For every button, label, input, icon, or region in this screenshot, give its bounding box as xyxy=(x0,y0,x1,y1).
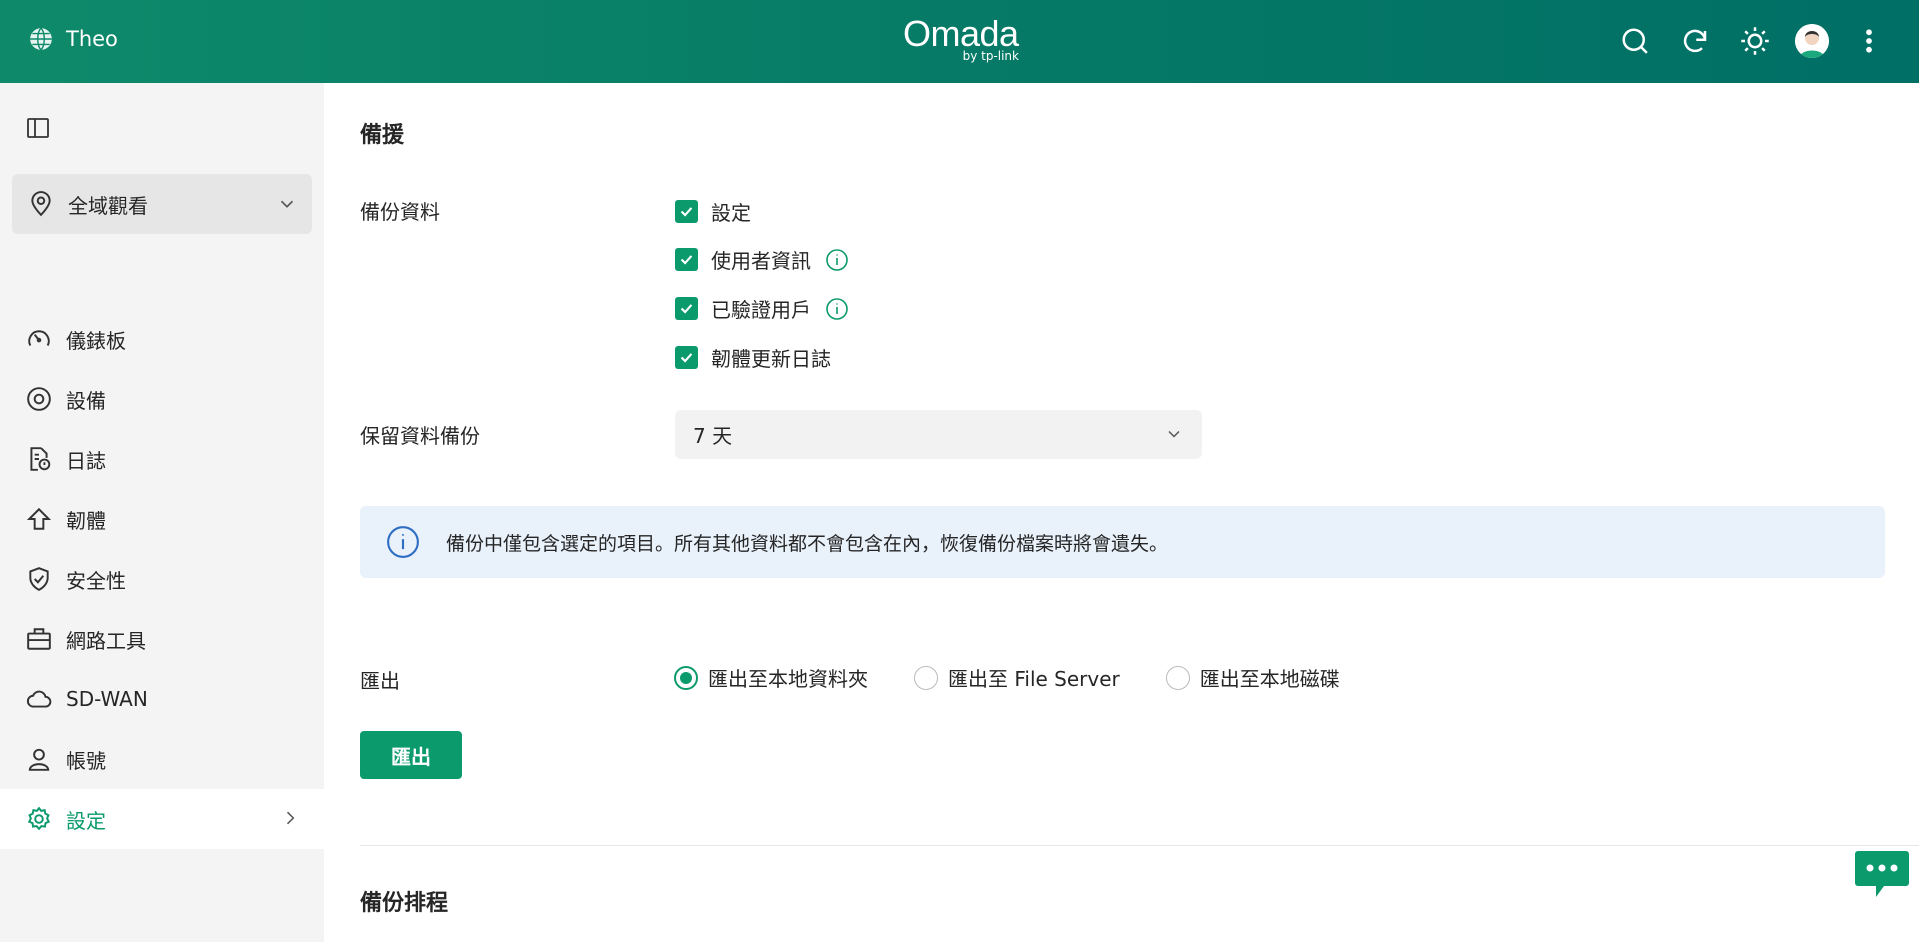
info-icon[interactable] xyxy=(825,248,849,272)
main-content: 備援 備份資料 設定 使用者資訊 已驗證用戶 韌體更新日誌 保留資料備份 7 天… xyxy=(324,83,1919,942)
chevron-down-icon xyxy=(280,200,294,208)
checkbox-settings[interactable]: 設定 xyxy=(675,197,751,226)
firmware-icon xyxy=(26,506,52,532)
radio-export-local-folder[interactable]: 匯出至本地資料夾 xyxy=(674,663,868,692)
checkbox-label: 設定 xyxy=(711,201,751,225)
settings-icon xyxy=(26,806,52,832)
check-icon xyxy=(680,255,693,265)
checkbox[interactable] xyxy=(675,200,698,223)
section-divider xyxy=(360,845,1919,846)
sidebar-item-label: 設備 xyxy=(66,388,106,413)
export-button[interactable]: 匯出 xyxy=(360,731,462,779)
retain-select[interactable]: 7 天 xyxy=(675,410,1202,459)
chevron-down-icon xyxy=(1168,430,1180,438)
retain-select-value: 7 天 xyxy=(693,424,733,448)
theme-sun-icon[interactable] xyxy=(1739,25,1771,57)
org-switcher[interactable]: Theo xyxy=(28,26,118,52)
radio-button[interactable] xyxy=(914,665,938,690)
radio-button[interactable] xyxy=(1165,665,1190,690)
site-selector-label: 全域觀看 xyxy=(68,193,148,218)
radio-label: 匯出至 File Server xyxy=(948,667,1120,691)
sidebar-item-settings[interactable]: 設定 xyxy=(0,789,324,849)
export-label: 匯出 xyxy=(360,669,400,693)
checkbox-label: 使用者資訊 xyxy=(711,249,811,273)
info-notice: 備份中僅包含選定的項目。所有其他資料都不會包含在內，恢復備份檔案時將會遺失。 xyxy=(360,506,1885,578)
omada-logo: Omada by tp-link xyxy=(903,16,1019,64)
dashboard-icon xyxy=(26,326,52,352)
sidebar: 全域觀看 儀錶板 設備 日誌 韌體 安全性 網路工具 SD-WAN 帳號 設定 xyxy=(0,83,324,942)
sidebar-item-sd-wan[interactable]: SD-WAN xyxy=(0,669,324,729)
sidebar-item-label: 設定 xyxy=(66,808,106,833)
backup-data-label: 備份資料 xyxy=(360,200,440,224)
checkbox[interactable] xyxy=(675,297,698,320)
radio-export-file-server[interactable]: 匯出至 File Server xyxy=(914,663,1120,692)
org-name: Theo xyxy=(66,27,118,51)
sidebar-item-label: 韌體 xyxy=(66,508,106,533)
more-vert-icon[interactable] xyxy=(1853,25,1885,57)
chat-support-icon[interactable] xyxy=(1854,849,1910,901)
radio-label: 匯出至本地磁碟 xyxy=(1199,667,1340,691)
info-icon xyxy=(387,526,419,558)
sidebar-item-label: 網路工具 xyxy=(66,628,146,653)
avatar[interactable] xyxy=(1795,24,1829,58)
radio-button[interactable] xyxy=(674,665,698,690)
account-icon xyxy=(26,746,52,772)
sidebar-toggle-icon[interactable] xyxy=(26,116,50,140)
sidebar-item-dashboard[interactable]: 儀錶板 xyxy=(0,309,324,369)
checkbox-firmware-log[interactable]: 韌體更新日誌 xyxy=(675,343,831,372)
check-icon xyxy=(680,207,693,217)
check-icon xyxy=(680,353,693,363)
radio-label: 匯出至本地資料夾 xyxy=(708,667,868,691)
radio-export-local-disk[interactable]: 匯出至本地磁碟 xyxy=(1165,663,1340,692)
sidebar-item-logs[interactable]: 日誌 xyxy=(0,429,324,489)
devices-icon xyxy=(26,386,52,412)
backup-section-title: 備援 xyxy=(360,123,405,148)
sidebar-item-label: 日誌 xyxy=(66,448,106,473)
logs-icon xyxy=(26,446,52,472)
network-tools-icon xyxy=(26,626,52,652)
logo-main: Omada xyxy=(903,13,1019,54)
notice-text: 備份中僅包含選定的項目。所有其他資料都不會包含在內，恢復備份檔案時將會遺失。 xyxy=(446,532,1169,555)
sidebar-item-label: 儀錶板 xyxy=(66,328,126,353)
checkbox-label: 韌體更新日誌 xyxy=(711,347,831,371)
sidebar-item-label: SD-WAN xyxy=(66,687,148,711)
globe-icon xyxy=(30,27,52,51)
export-radio-group: 匯出至本地資料夾 匯出至 File Server 匯出至本地磁碟 xyxy=(674,663,1386,692)
security-icon xyxy=(26,566,52,592)
cloud-icon xyxy=(26,686,52,712)
retain-label: 保留資料備份 xyxy=(360,424,480,448)
sidebar-item-firmware[interactable]: 韌體 xyxy=(0,489,324,549)
sidebar-item-label: 安全性 xyxy=(66,568,126,593)
refresh-icon[interactable] xyxy=(1679,25,1711,57)
sidebar-nav: 儀錶板 設備 日誌 韌體 安全性 網路工具 SD-WAN 帳號 設定 xyxy=(0,309,324,849)
sidebar-item-security[interactable]: 安全性 xyxy=(0,549,324,609)
check-icon xyxy=(680,304,693,314)
checkbox-verified-users[interactable]: 已驗證用戶 xyxy=(675,294,849,323)
sidebar-item-label: 帳號 xyxy=(66,748,106,773)
checkbox[interactable] xyxy=(675,248,698,271)
sidebar-item-network-tools[interactable]: 網路工具 xyxy=(0,609,324,669)
location-pin-icon xyxy=(31,191,51,217)
info-icon[interactable] xyxy=(825,297,849,321)
search-icon[interactable] xyxy=(1619,25,1651,57)
chevron-right-icon xyxy=(286,811,295,825)
sidebar-item-account[interactable]: 帳號 xyxy=(0,729,324,789)
checkbox-label: 已驗證用戶 xyxy=(711,298,811,322)
checkbox-user-info[interactable]: 使用者資訊 xyxy=(675,245,849,274)
checkbox[interactable] xyxy=(675,346,698,369)
backup-schedule-title: 備份排程 xyxy=(360,891,449,916)
sidebar-item-devices[interactable]: 設備 xyxy=(0,369,324,429)
top-bar: Theo Omada by tp-link xyxy=(0,0,1919,83)
site-selector[interactable]: 全域觀看 xyxy=(12,174,312,234)
